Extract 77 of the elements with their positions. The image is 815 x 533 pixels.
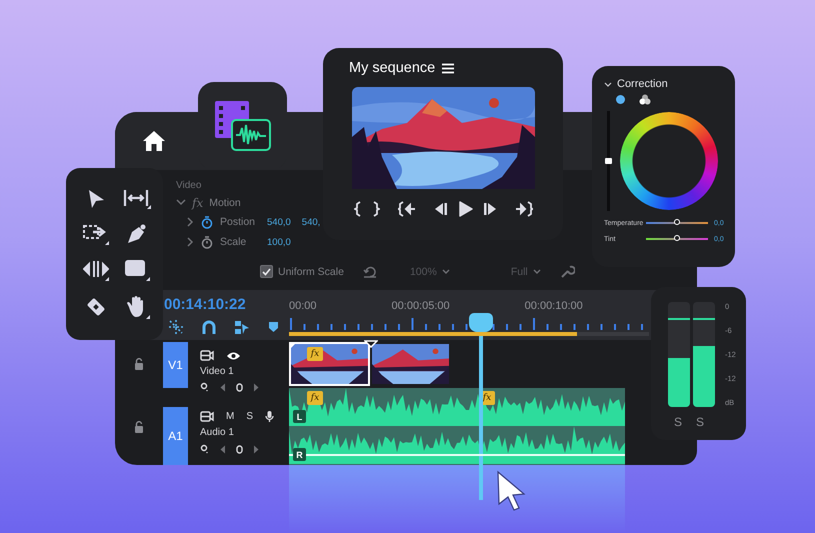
fx-label: fx (192, 196, 204, 210)
ruler-label: 00:00:05:00 (392, 300, 450, 312)
keyframe-menu-icon[interactable] (200, 382, 210, 392)
eye-icon[interactable] (226, 350, 241, 360)
stopwatch-icon[interactable] (201, 216, 213, 228)
home-icon[interactable] (141, 130, 167, 152)
lock-icon[interactable] (134, 420, 144, 432)
lock-icon[interactable] (134, 358, 144, 370)
track-name: Audio 1 (200, 427, 235, 438)
caret-icon[interactable] (532, 268, 541, 274)
channel-badge: R (293, 448, 306, 461)
chevron-down-icon[interactable] (604, 82, 612, 86)
track-label[interactable]: V1 (163, 342, 188, 388)
go-to-in-icon[interactable] (398, 201, 416, 217)
timecode[interactable]: 00:14:10:22 (164, 296, 289, 313)
marker-icon[interactable] (268, 321, 279, 333)
film-strip-icon[interactable] (200, 410, 214, 422)
channel-badge: L (293, 410, 306, 423)
solo-toggle[interactable]: S (674, 415, 682, 429)
track-name: Video 1 (200, 366, 235, 377)
effect-badge: fx (307, 347, 323, 361)
rectangle-tool-icon[interactable] (124, 259, 150, 281)
keyframe-menu-icon[interactable] (200, 444, 210, 454)
property-name: Postion (220, 216, 256, 228)
reset-icon[interactable] (362, 266, 377, 278)
track-toggle[interactable]: S (246, 410, 254, 422)
previous-keyframe-icon[interactable] (220, 444, 226, 454)
video-clip[interactable]: fx (289, 342, 370, 386)
work-area-track[interactable] (289, 332, 649, 336)
uniform-scale-checkbox[interactable] (260, 265, 273, 278)
audio-clip[interactable]: L R fx fx (289, 388, 625, 465)
ruler-label: 00:00:10:00 (524, 300, 583, 312)
trim-handle-icon[interactable] (289, 342, 297, 350)
caret-icon[interactable] (442, 268, 450, 274)
panel-title: Correction (617, 78, 668, 90)
property-value[interactable]: 100,0 (267, 236, 291, 248)
next-keyframe-icon[interactable] (253, 382, 259, 392)
property-name: Scale (220, 236, 248, 248)
stopwatch-icon[interactable] (201, 236, 213, 248)
microphone-icon[interactable] (265, 410, 274, 422)
selection-tool-icon[interactable] (87, 189, 106, 209)
linked-selection-icon[interactable] (234, 320, 250, 334)
slip-tool-icon[interactable] (83, 259, 110, 281)
previous-keyframe-icon[interactable] (220, 382, 226, 392)
solo-toggle[interactable]: S (696, 415, 704, 429)
step-back-icon[interactable] (434, 202, 448, 216)
section-label: Video (176, 180, 202, 191)
ruler-label: 00:00 (289, 300, 317, 312)
checkbox-label: Uniform Scale (278, 266, 344, 278)
go-to-out-icon[interactable] (514, 201, 532, 217)
play-icon[interactable] (458, 201, 472, 217)
track-toggle[interactable]: M (226, 410, 234, 422)
three-circles-icon[interactable] (639, 94, 651, 105)
mark-out-icon[interactable] (372, 201, 380, 217)
sequence-title: My sequence (349, 60, 436, 76)
mark-in-icon[interactable] (354, 201, 362, 217)
track-select-tool-icon[interactable] (83, 223, 110, 245)
wrench-icon[interactable] (560, 264, 575, 279)
snap-icon[interactable] (168, 319, 184, 335)
pen-tool-icon[interactable] (126, 223, 148, 245)
magnet-icon[interactable] (202, 320, 216, 334)
keyframe-icon[interactable] (236, 382, 243, 392)
track-label[interactable]: A1 (163, 407, 188, 465)
ripple-edit-tool-icon[interactable] (122, 189, 151, 209)
pointer-cursor-icon (496, 470, 526, 512)
effect-badge: fx (307, 391, 323, 405)
step-forward-icon[interactable] (482, 202, 496, 216)
effect-name: Motion (209, 196, 241, 208)
property-value[interactable]: 540, (302, 216, 320, 228)
film-and-audio-icon (214, 100, 272, 152)
property-value[interactable]: 540,0 (267, 216, 291, 228)
single-color-mode-icon[interactable] (616, 95, 625, 104)
keyframe-icon[interactable] (236, 444, 243, 454)
playhead-handle[interactable] (468, 313, 493, 332)
film-strip-icon[interactable] (200, 350, 214, 361)
next-keyframe-icon[interactable] (253, 444, 259, 454)
menu-icon[interactable] (442, 62, 454, 74)
